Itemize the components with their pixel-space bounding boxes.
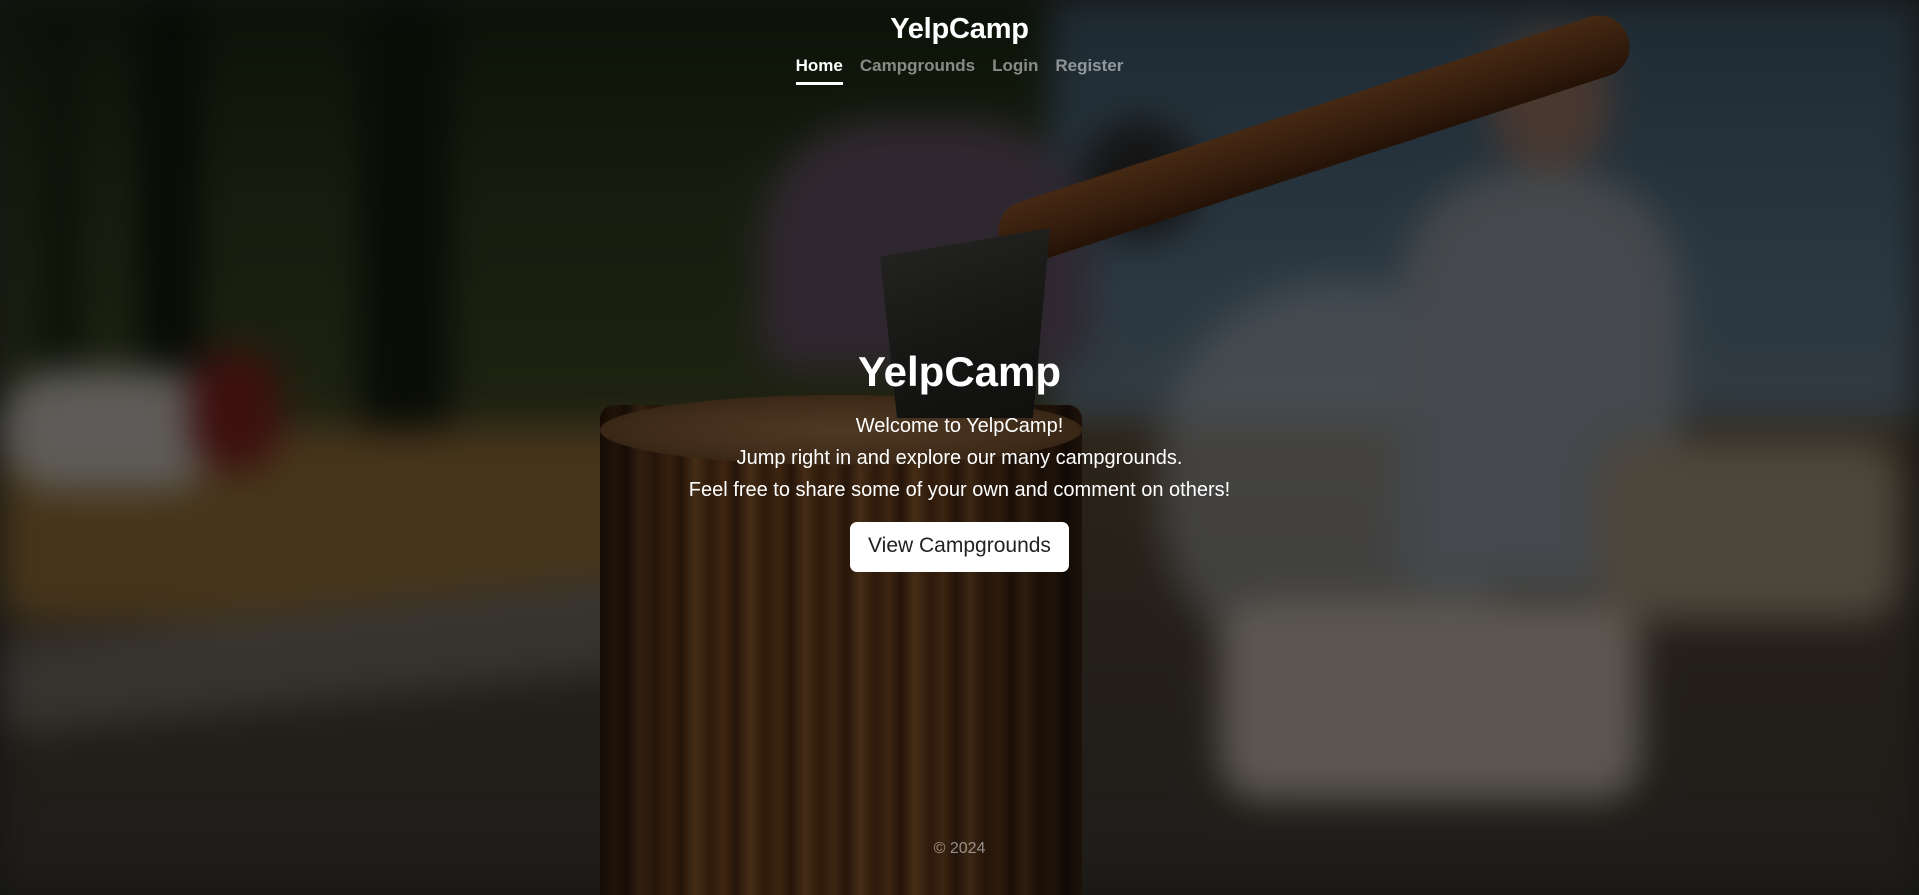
- brand-title: YelpCamp: [890, 13, 1029, 45]
- main-nav: Home Campgrounds Login Register: [0, 56, 1919, 85]
- site-header: YelpCamp Home Campgrounds Login Register: [0, 0, 1919, 85]
- nav-link-register[interactable]: Register: [1055, 56, 1123, 85]
- hero-title: YelpCamp: [857, 348, 1062, 395]
- hero-line-explore: Jump right in and explore our many campg…: [736, 447, 1183, 469]
- hero-section: YelpCamp Welcome to YelpCamp! Jump right…: [0, 348, 1919, 572]
- view-campgrounds-button[interactable]: View Campgrounds: [850, 522, 1069, 572]
- nav-link-login[interactable]: Login: [992, 56, 1038, 85]
- hero-line-share: Feel free to share some of your own and …: [688, 479, 1231, 501]
- landing-page: YelpCamp Home Campgrounds Login Register…: [0, 0, 1919, 895]
- hero-line-welcome: Welcome to YelpCamp!: [855, 415, 1064, 437]
- hero-lead: Welcome to YelpCamp! Jump right in and e…: [0, 410, 1919, 506]
- site-footer: © 2024: [0, 840, 1919, 858]
- nav-link-campgrounds[interactable]: Campgrounds: [860, 56, 975, 85]
- copyright-text: © 2024: [933, 840, 986, 857]
- nav-link-home[interactable]: Home: [795, 56, 843, 85]
